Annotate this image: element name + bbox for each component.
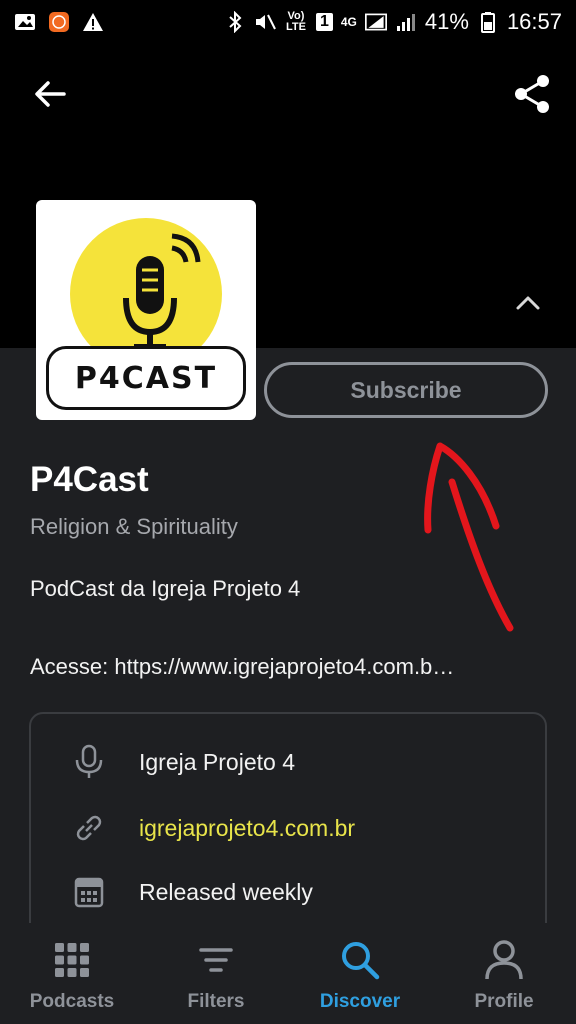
image-notification-icon (14, 11, 36, 33)
app-bar (0, 44, 576, 144)
sim-indicator: 1 (315, 13, 333, 31)
signal-2-icon (395, 11, 417, 33)
nav-label: Filters (187, 991, 245, 1012)
nav-label: Profile (474, 991, 534, 1012)
bottom-navigation: Podcasts Filters Discover Profile (0, 923, 576, 1024)
status-bar: Vo) LTE 1 4G 41% 16:57 (0, 0, 576, 44)
website-row[interactable]: igrejaprojeto4.com.br (71, 810, 355, 846)
battery-percent: 41% (424, 9, 469, 34)
bluetooth-icon (224, 11, 246, 33)
release-schedule: Released weekly (139, 878, 313, 905)
collapse-button[interactable] (510, 288, 546, 316)
nav-label: Discover (319, 991, 401, 1012)
podcast-website-link[interactable]: igrejaprojeto4.com.br (139, 815, 355, 842)
nav-profile[interactable]: Profile (432, 923, 576, 1024)
schedule-row: Released weekly (71, 874, 313, 910)
signal-icon (364, 11, 387, 33)
podcast-category[interactable]: Religion & Spirituality (30, 514, 238, 540)
podcast-author: Igreja Projeto 4 (139, 748, 295, 775)
share-icon (515, 75, 549, 113)
mute-icon (254, 11, 276, 33)
calendar-icon (71, 874, 107, 910)
nav-label: Podcasts (29, 991, 115, 1012)
filter-icon (195, 939, 237, 981)
clock: 16:57 (506, 9, 562, 34)
app-notification-icon (48, 11, 70, 33)
link-icon (71, 810, 107, 846)
network-type: 4G (340, 15, 357, 29)
microphone-icon (71, 744, 107, 780)
status-right-icons: Vo) LTE 1 4G 41% 16:57 (224, 9, 562, 35)
share-button[interactable] (510, 72, 554, 116)
podcast-artwork: P4CAST (36, 200, 256, 420)
nav-podcasts[interactable]: Podcasts (0, 923, 144, 1024)
podcast-description: PodCast da Igreja Projeto 4 (30, 576, 301, 601)
search-icon (339, 939, 381, 981)
nav-filters[interactable]: Filters (144, 923, 288, 1024)
subscribe-button[interactable]: Subscribe (264, 362, 548, 418)
artwork-logo-text: P4CAST (46, 346, 246, 410)
author-row: Igreja Projeto 4 (71, 744, 295, 780)
back-button[interactable] (28, 72, 72, 116)
warning-icon (82, 11, 104, 33)
podcast-description-link[interactable]: Acesse: https://www.igrejaprojeto4.com.b… (30, 654, 550, 680)
grid-icon (51, 939, 93, 981)
arrow-left-icon (35, 81, 66, 107)
podcast-info-card: Igreja Projeto 4 igrejaprojeto4.com.br R… (29, 712, 547, 942)
status-left-icons (14, 11, 104, 33)
nav-discover[interactable]: Discover (288, 923, 432, 1024)
annotation-arrow (424, 442, 514, 632)
chevron-up-icon (516, 296, 540, 310)
battery-icon (477, 11, 499, 33)
profile-icon (483, 939, 525, 981)
podcast-title: P4Cast (30, 460, 149, 499)
volte-indicator: Vo) LTE (285, 10, 306, 33)
